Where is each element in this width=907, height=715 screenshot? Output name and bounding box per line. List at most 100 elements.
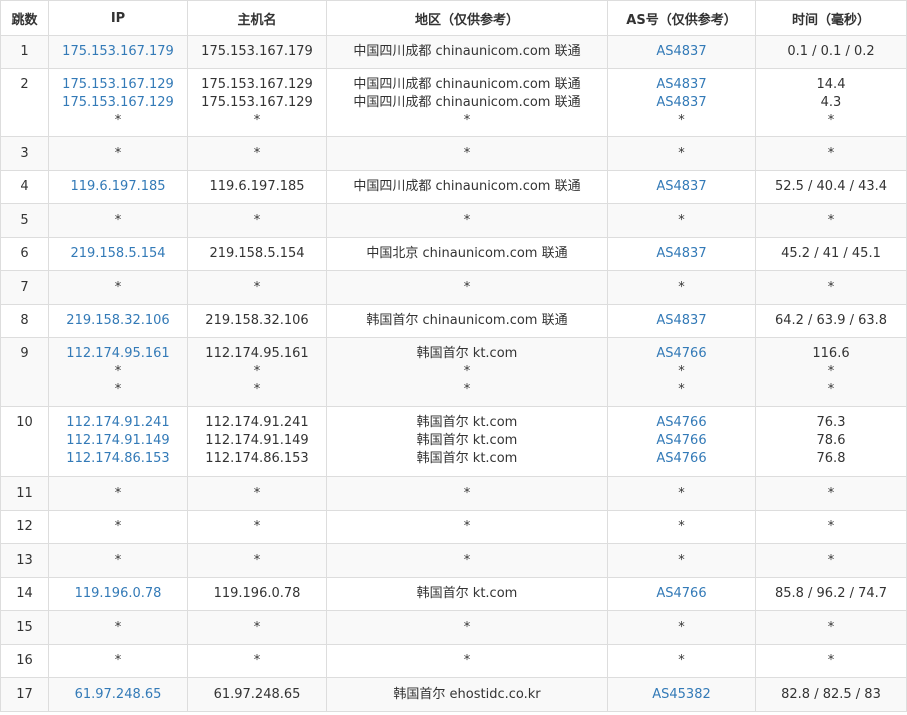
hop-number: 5 xyxy=(20,212,29,228)
region-cell: * xyxy=(326,610,608,645)
ip-link[interactable]: 61.97.248.65 xyxy=(50,686,187,704)
region-value: * xyxy=(463,145,471,161)
asn-link[interactable]: AS4837 xyxy=(609,245,755,263)
time-value: 76.3 xyxy=(816,415,846,430)
region-value: 韩国首尔 kt.com xyxy=(416,433,518,448)
asn-value: * xyxy=(678,552,685,568)
asn-value: * xyxy=(678,519,685,534)
time-cell: 82.8 / 82.5 / 83 xyxy=(755,677,907,712)
ip-link[interactable]: 219.158.5.154 xyxy=(50,245,187,263)
region-value: 韩国首尔 ehostidc.co.kr xyxy=(393,686,541,702)
ip-value: * xyxy=(114,364,122,379)
asn-cell: * xyxy=(607,510,756,544)
ip-cell: * xyxy=(48,476,188,511)
ip-cell: 175.153.167.129 175.153.167.129 * xyxy=(48,68,188,137)
ip-link[interactable]: 175.153.167.129 xyxy=(50,94,187,112)
asn-cell: AS4837 xyxy=(607,170,756,204)
region-cell: * xyxy=(326,476,608,511)
hostname-value: * xyxy=(253,519,261,534)
ip-cell: * xyxy=(48,203,188,238)
hostname-value: 112.174.91.149 xyxy=(205,433,309,448)
time-value: 116.6 xyxy=(812,346,850,361)
time-cell: * xyxy=(755,510,907,544)
region-value: 韩国首尔 kt.com xyxy=(416,346,518,361)
table-row: 8 219.158.32.106 219.158.32.106 韩国首尔 chinau… xyxy=(0,304,907,338)
ip-cell: * xyxy=(48,610,188,645)
ip-link[interactable]: 112.174.91.241 xyxy=(50,414,187,432)
region-value: 中国四川成都 chinaunicom.com 联通 xyxy=(353,77,581,92)
ip-value: * xyxy=(114,145,122,161)
time-value: 64.2 / 63.9 / 63.8 xyxy=(774,313,888,328)
time-value: * xyxy=(827,113,835,128)
hop-cell: 3 xyxy=(0,136,49,171)
hostname-value: 219.158.5.154 xyxy=(209,246,305,261)
time-cell: 116.6 * * xyxy=(755,337,907,407)
asn-link[interactable]: AS4766 xyxy=(609,432,755,450)
asn-cell: * xyxy=(607,644,756,678)
time-cell: * xyxy=(755,270,907,305)
time-value: * xyxy=(827,364,835,379)
region-cell: 中国北京 chinaunicom.com 联通 xyxy=(326,237,608,271)
hostname-value: * xyxy=(253,653,261,668)
asn-cell: * xyxy=(607,270,756,305)
hostname-value: * xyxy=(253,145,261,161)
region-value: 韩国首尔 kt.com xyxy=(416,415,518,430)
hop-cell: 10 xyxy=(0,406,49,477)
hop-number: 12 xyxy=(16,519,33,534)
asn-cell: AS4766 xyxy=(607,577,756,611)
time-cell: 85.8 / 96.2 / 74.7 xyxy=(755,577,907,611)
asn-link[interactable]: AS4766 xyxy=(609,414,755,432)
ip-link[interactable]: 175.153.167.129 xyxy=(50,76,187,94)
hop-cell: 17 xyxy=(0,677,49,712)
hop-cell: 16 xyxy=(0,644,49,678)
ip-link[interactable]: 119.196.0.78 xyxy=(50,585,187,603)
hostname-cell: 112.174.95.161 * * xyxy=(187,337,327,407)
table-row: 3 * * * * * xyxy=(0,136,907,171)
region-value: * xyxy=(463,519,471,534)
asn-link[interactable]: AS4837 xyxy=(609,178,755,196)
hop-cell: 15 xyxy=(0,610,49,645)
asn-link[interactable]: AS4766 xyxy=(609,585,755,603)
hop-number: 17 xyxy=(16,686,33,702)
table-row: 6 219.158.5.154 219.158.5.154 中国北京 chinauni… xyxy=(0,237,907,271)
ip-cell: * xyxy=(48,543,188,578)
hostname-value: 219.158.32.106 xyxy=(205,313,309,328)
hostname-value: * xyxy=(253,552,261,568)
region-cell: * xyxy=(326,543,608,578)
ip-link[interactable]: 112.174.91.149 xyxy=(50,432,187,450)
region-cell: 韩国首尔 kt.com * * xyxy=(326,337,608,407)
asn-link[interactable]: AS4837 xyxy=(609,94,755,112)
hop-number: 1 xyxy=(20,44,29,59)
header-hop: 跳数 xyxy=(0,0,49,36)
asn-cell: AS4766 AS4766 AS4766 xyxy=(607,406,756,477)
asn-link[interactable]: AS4837 xyxy=(609,43,755,61)
asn-link[interactable]: AS45382 xyxy=(609,686,755,704)
region-cell: * xyxy=(326,510,608,544)
asn-link[interactable]: AS4837 xyxy=(609,312,755,330)
hostname-cell: 175.153.167.179 xyxy=(187,35,327,69)
hop-cell: 7 xyxy=(0,270,49,305)
asn-link[interactable]: AS4766 xyxy=(609,450,755,468)
ip-link[interactable]: 112.174.95.161 xyxy=(50,345,187,363)
asn-cell: * xyxy=(607,543,756,578)
hop-cell: 2 xyxy=(0,68,49,137)
ip-value: * xyxy=(114,653,122,668)
ip-link[interactable]: 112.174.86.153 xyxy=(50,450,187,468)
time-value: * xyxy=(827,382,835,397)
asn-link[interactable]: AS4766 xyxy=(609,345,755,363)
hop-number: 13 xyxy=(16,552,33,568)
region-cell: 中国四川成都 chinaunicom.com 联通 xyxy=(326,35,608,69)
region-cell: 韩国首尔 kt.com 韩国首尔 kt.com 韩国首尔 kt.com xyxy=(326,406,608,477)
time-value: 14.4 xyxy=(816,77,846,92)
time-value: * xyxy=(827,145,835,161)
region-cell: 韩国首尔 kt.com xyxy=(326,577,608,611)
ip-value: * xyxy=(114,279,122,295)
ip-link[interactable]: 175.153.167.179 xyxy=(50,43,187,61)
ip-link[interactable]: 119.6.197.185 xyxy=(50,178,187,196)
asn-cell: * xyxy=(607,136,756,171)
time-cell: 14.4 4.3 * xyxy=(755,68,907,137)
hostname-cell: 175.153.167.129 175.153.167.129 * xyxy=(187,68,327,137)
ip-link[interactable]: 219.158.32.106 xyxy=(50,312,187,330)
hostname-value: 175.153.167.179 xyxy=(201,44,313,59)
asn-link[interactable]: AS4837 xyxy=(609,76,755,94)
